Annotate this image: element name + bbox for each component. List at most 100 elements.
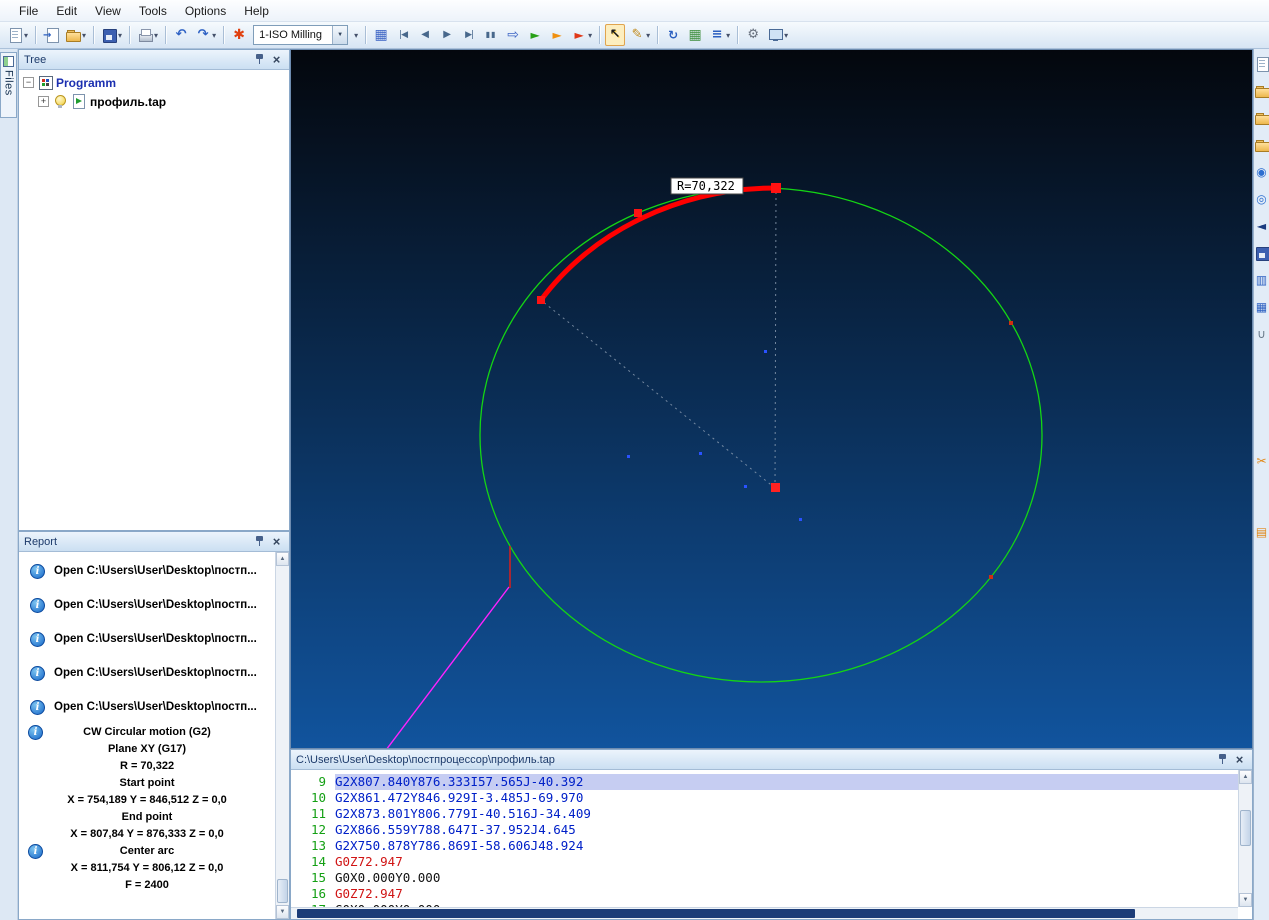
dropdown-caret-icon [24,31,28,40]
play-icon [439,27,455,43]
code-line[interactable]: 10 G2X861.472Y846.929I-3.485J-69.970 [291,790,1238,806]
machine-preset-combo[interactable]: 1-ISO Milling [253,25,349,45]
pin-icon[interactable] [1215,752,1230,767]
tree-expander-icon[interactable]: − [23,77,34,88]
scroll-thumb[interactable] [1240,810,1251,846]
dropdown-caret-icon [588,31,592,40]
code-line[interactable]: 12 G2X866.559Y788.647I-37.952J4.645 [291,822,1238,838]
menu-tools[interactable]: Tools [130,1,176,21]
close-icon[interactable] [1232,752,1247,767]
rt-globe-button[interactable]: ◉ [1254,161,1269,183]
toolbar-separator [223,26,225,44]
segment-tick [1009,321,1013,325]
scroll-down-icon[interactable] [1239,893,1252,907]
code-line[interactable]: 11 G2X873.801Y806.779I-40.516J-34.409 [291,806,1238,822]
arc-end-marker [771,183,781,193]
rt-open-folder-button[interactable] [1254,80,1269,102]
rt-report-button[interactable]: ▥ [1254,269,1269,291]
code-line[interactable]: 9 G2X807.840Y876.333I57.565J-40.392 [291,774,1238,790]
close-icon[interactable] [269,534,284,549]
toolset-icon [745,27,761,43]
save-button[interactable] [99,24,124,46]
report-detail-line: End point [19,809,275,826]
report-detail-text: Center arc [119,845,175,857]
open-file-button[interactable] [63,24,88,46]
rt-copy-button[interactable]: ▤ [1254,521,1269,543]
scroll-up-icon[interactable] [1239,770,1252,784]
stats-button[interactable] [707,24,732,46]
tool-setup-button[interactable] [743,24,763,46]
report-entry[interactable]: Open C:\Users\User\Desktop\постп... [19,690,275,724]
run-green-button[interactable] [525,24,545,46]
code-line[interactable]: 14 G0Z72.947 [291,854,1238,870]
menu-file[interactable]: File [10,1,47,21]
report-entry[interactable]: Open C:\Users\User\Desktop\постп... [19,656,275,690]
backplot-button[interactable] [371,24,391,46]
pin-icon[interactable] [252,52,267,67]
rt-target-button[interactable]: ◎ [1254,188,1269,210]
play-button[interactable] [437,24,457,46]
editor-hscrollbar[interactable] [291,907,1238,919]
scroll-up-icon[interactable] [276,552,289,566]
import-button[interactable] [41,24,61,46]
rt-cut-button[interactable]: ✂ [1254,450,1269,472]
fast-forward-button[interactable] [503,24,523,46]
code-line[interactable]: 16 G0Z72.947 [291,886,1238,902]
new-folder-icon [1254,137,1269,153]
report-entry[interactable]: Open C:\Users\User\Desktop\постп... [19,588,275,622]
menu-edit[interactable]: Edit [47,1,86,21]
backplot-viewport[interactable]: R=70,322 [290,49,1253,749]
print-button[interactable] [135,24,160,46]
rt-document-button[interactable] [1254,53,1269,75]
rt-save-button[interactable] [1254,242,1269,264]
run-orange-button[interactable] [547,24,567,46]
dropdown-caret-icon [82,31,86,40]
files-tab[interactable]: Files [0,52,17,118]
go-last-button[interactable] [459,24,479,46]
menu-help[interactable]: Help [235,1,278,21]
edit-pencil-button[interactable] [627,24,652,46]
rt-folder-button[interactable] [1254,107,1269,129]
code-line[interactable]: 13 G2X750.878Y786.869I-58.606J48.924 [291,838,1238,854]
run-red-button[interactable] [569,24,594,46]
rt-collapse-button[interactable]: ∪ [1254,323,1269,345]
report-entry[interactable]: Open C:\Users\User\Desktop\постп... [19,622,275,656]
hscroll-thumb[interactable] [297,909,1135,918]
new-file-button[interactable] [5,24,30,46]
redo-button[interactable] [193,24,218,46]
tree-expander-icon[interactable]: + [38,96,49,107]
code-line[interactable]: 15 G0X0.000Y0.000 [291,870,1238,886]
tree-view[interactable]: − Programm + профиль.tap [19,70,289,530]
filetap-icon [71,94,87,109]
tree-item[interactable]: − Programm [19,73,289,92]
toolbar-separator [129,26,131,44]
viewport-background [291,50,1252,748]
rotate-view-button[interactable] [663,24,683,46]
pin-icon[interactable] [252,534,267,549]
combo-dropdown-icon[interactable] [332,26,348,44]
scroll-down-icon[interactable] [276,905,289,919]
select-cursor-button[interactable] [605,24,626,46]
monitor-button[interactable] [765,24,790,46]
rt-speaker-button[interactable]: ◄ [1254,215,1269,237]
pause-button[interactable] [481,24,501,46]
report-scrollbar[interactable] [275,552,289,919]
menu-options[interactable]: Options [176,1,235,21]
machine-settings-button[interactable] [229,24,249,46]
close-icon[interactable] [269,52,284,67]
scroll-thumb[interactable] [277,879,288,903]
menu-view[interactable]: View [86,1,130,21]
report-entry-text: Open C:\Users\User\Desktop\постп... [54,599,257,611]
report-entry[interactable]: Open C:\Users\User\Desktop\постп... [19,554,275,588]
go-first-button[interactable] [393,24,413,46]
rt-new-folder-button[interactable] [1254,134,1269,156]
undo-button[interactable] [171,24,191,46]
code-text: G0Z72.947 [335,854,403,869]
toolbar-overflow-icon[interactable] [354,31,358,40]
table-button[interactable] [685,24,705,46]
step-back-button[interactable] [415,24,435,46]
editor-scrollbar[interactable] [1238,770,1252,907]
tree-item[interactable]: + профиль.tap [19,92,289,111]
rt-chart-button[interactable]: ▦ [1254,296,1269,318]
code-editor[interactable]: 9 G2X807.840Y876.333I57.565J-40.392 10 G2X8… [291,770,1252,919]
